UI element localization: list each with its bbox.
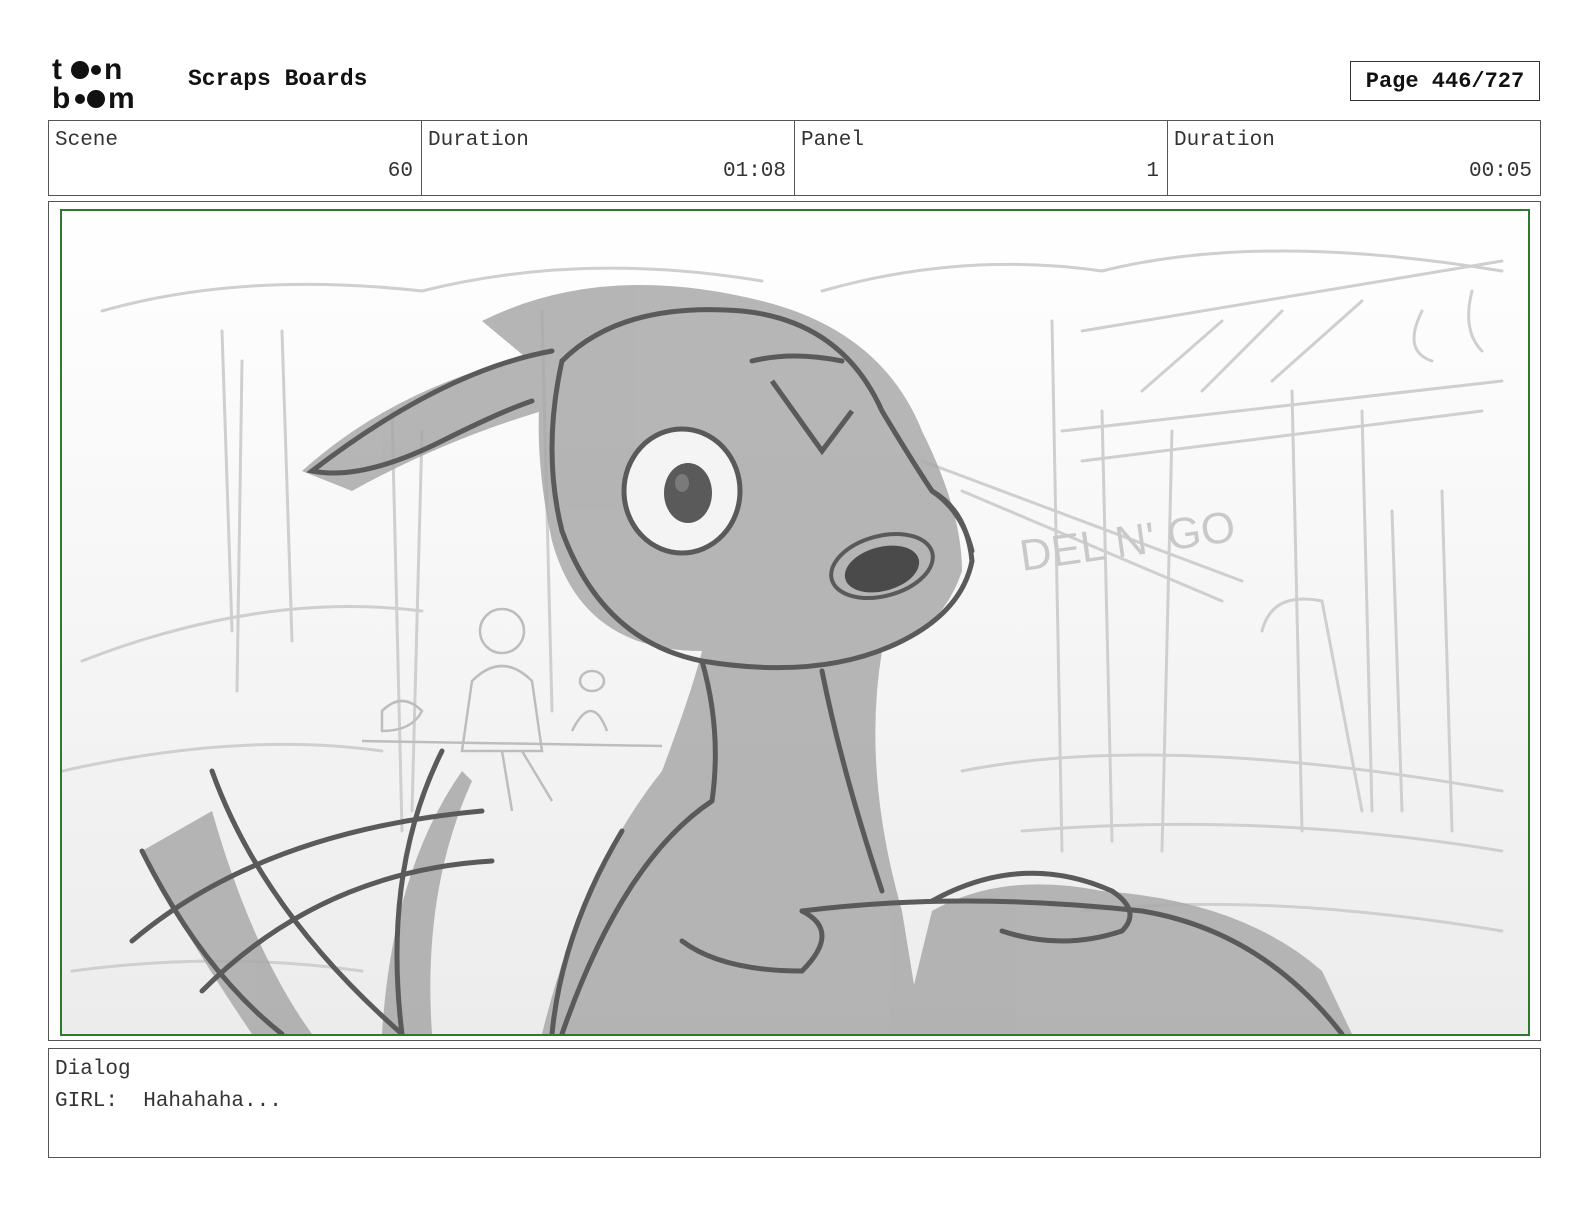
dialog-label: Dialog [55,1058,131,1081]
dialog-box: Dialog GIRL: Hahahaha... [48,1048,1541,1158]
storyboard-panel-image: DEL N' GO [60,209,1530,1036]
dialog-text: GIRL: Hahahaha... [55,1090,282,1113]
scene-value: 60 [387,160,413,183]
page-number: Page 446/727 [1350,61,1540,101]
panel-duration-cell: Duration 00:05 [1168,121,1540,195]
scene-duration-cell: Duration 01:08 [422,121,795,195]
panel-info-row: Scene 60 Duration 01:08 Panel 1 Duration… [48,120,1541,196]
panel-duration-value: 00:05 [1468,160,1532,183]
panel-value: 1 [1146,160,1159,183]
panel-label: Panel [801,129,865,152]
panel-duration-label: Duration [1174,129,1275,152]
svg-text:b: b [52,82,70,112]
scene-duration-value: 01:08 [722,160,786,183]
scene-duration-label: Duration [428,129,529,152]
panel-cell: Panel 1 [795,121,1168,195]
toon-boom-logo: t n b m [52,52,164,115]
board-title: Scraps Boards [188,66,368,92]
scene-cell: Scene 60 [49,121,422,195]
store-sign-text: DEL N' GO [1017,502,1239,581]
scene-label: Scene [55,129,119,152]
svg-text:m: m [108,82,135,112]
